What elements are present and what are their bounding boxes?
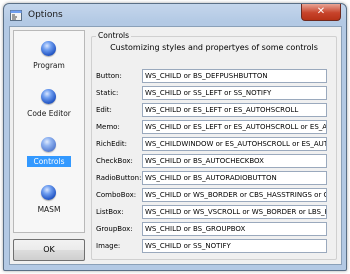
field-label: GroupBox:: [96, 225, 133, 233]
field-label: Memo:: [96, 123, 120, 131]
row-richedit: RichEdit: WS_CHILDWINDOW or ES_AUTOHSCRO…: [96, 136, 336, 153]
row-memo: Memo: WS_CHILD or ES_LEFT or ES_AUTOHSCR…: [96, 119, 336, 136]
options-sidebar: Program Code Editor Controls MASM: [13, 30, 85, 233]
field-label: Static:: [96, 89, 119, 97]
controls-subtitle: Customizing styles and propertyes of som…: [110, 43, 318, 52]
blue-orb-icon: [41, 41, 56, 56]
row-combobox: ComboBox: WS_CHILD or WS_BORDER or CBS_H…: [96, 187, 336, 204]
checkbox-style-field[interactable]: WS_CHILD or BS_AUTOCHECKBOX: [142, 154, 327, 168]
close-button[interactable]: ✕: [301, 4, 341, 21]
row-static: Static: WS_CHILD or SS_LEFT or SS_NOTIFY: [96, 85, 336, 102]
sidebar-item-masm[interactable]: MASM: [14, 179, 84, 227]
ok-button[interactable]: OK: [13, 239, 85, 261]
memo-style-field[interactable]: WS_CHILD or ES_LEFT or ES_AUTOHSCROLL or…: [142, 120, 327, 134]
edit-style-field[interactable]: WS_CHILD or ES_LEFT or ES_AUTOHSCROLL: [142, 103, 327, 117]
row-listbox: ListBox: WS_CHILD or WS_VSCROLL or WS_BO…: [96, 204, 336, 221]
control-style-rows: Button: WS_CHILD or BS_DEFPUSHBUTTON Sta…: [96, 68, 336, 255]
field-label: CheckBox:: [96, 157, 133, 165]
sidebar-item-label: Controls: [27, 156, 71, 167]
title-bar[interactable]: Options ✕: [4, 4, 346, 26]
row-image: Image: WS_CHILD or SS_NOTIFY: [96, 238, 336, 255]
radiobutton-style-field[interactable]: WS_CHILD or BS_AUTORADIOBUTTON: [142, 171, 327, 185]
sidebar-item-label: Code Editor: [27, 109, 71, 118]
field-label: Button:: [96, 72, 122, 80]
field-label: ListBox:: [96, 208, 124, 216]
dialog-client-area: Program Code Editor Controls MASM OK Con…: [9, 26, 342, 265]
row-radiobutton: RadioButton: WS_CHILD or BS_AUTORADIOBUT…: [96, 170, 336, 187]
blue-orb-icon: [41, 89, 56, 104]
sidebar-item-code-editor[interactable]: Code Editor: [14, 83, 84, 131]
sidebar-item-controls[interactable]: Controls: [14, 131, 84, 179]
static-style-field[interactable]: WS_CHILD or SS_LEFT or SS_NOTIFY: [142, 86, 327, 100]
options-app-icon: [10, 10, 22, 21]
listbox-style-field[interactable]: WS_CHILD or WS_VSCROLL or WS_BORDER or L…: [142, 205, 327, 219]
options-window: Options ✕ Program Code Editor Controls M…: [3, 3, 347, 271]
field-label: Edit:: [96, 106, 112, 114]
field-label: RadioButton:: [96, 174, 142, 182]
button-style-field[interactable]: WS_CHILD or BS_DEFPUSHBUTTON: [142, 69, 327, 83]
richedit-style-field[interactable]: WS_CHILDWINDOW or ES_AUTOHSCROLL or ES_A…: [142, 137, 327, 151]
close-icon: ✕: [316, 6, 326, 17]
sidebar-item-program[interactable]: Program: [14, 35, 84, 83]
sidebar-item-label: MASM: [37, 205, 61, 214]
groupbox-style-field[interactable]: WS_CHILD or BS_GROUPBOX: [142, 222, 327, 236]
group-title: Controls: [96, 31, 132, 40]
sidebar-item-label: Program: [33, 61, 65, 70]
field-label: RichEdit:: [96, 140, 128, 148]
field-label: ComboBox:: [96, 191, 137, 199]
row-groupbox: GroupBox: WS_CHILD or BS_GROUPBOX: [96, 221, 336, 238]
row-button: Button: WS_CHILD or BS_DEFPUSHBUTTON: [96, 68, 336, 85]
field-label: Image:: [96, 242, 121, 250]
controls-groupbox: Controls Customizing styles and property…: [91, 31, 337, 260]
window-title: Options: [28, 10, 63, 20]
blue-orb-icon: [41, 137, 56, 152]
row-edit: Edit: WS_CHILD or ES_LEFT or ES_AUTOHSCR…: [96, 102, 336, 119]
combobox-style-field[interactable]: WS_CHILD or WS_BORDER or CBS_HASSTRINGS …: [142, 188, 327, 202]
row-checkbox: CheckBox: WS_CHILD or BS_AUTOCHECKBOX: [96, 153, 336, 170]
blue-orb-icon: [41, 185, 56, 200]
image-style-field[interactable]: WS_CHILD or SS_NOTIFY: [142, 239, 327, 253]
